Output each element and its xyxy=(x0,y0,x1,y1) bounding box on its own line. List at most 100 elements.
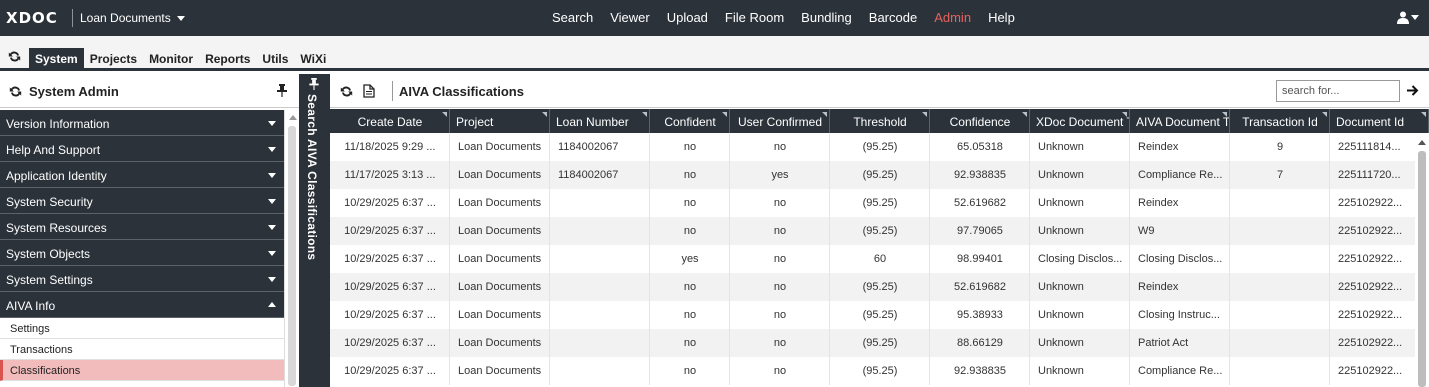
tab-monitor[interactable]: Monitor xyxy=(143,48,199,70)
cell-confidence: 88.66129 xyxy=(930,329,1030,357)
column-menu-icon[interactable] xyxy=(1421,112,1426,117)
cell-value: no xyxy=(773,253,787,265)
sidebar-item-label: Settings xyxy=(10,323,50,335)
column-menu-icon[interactable] xyxy=(442,112,447,117)
nav-item-upload[interactable]: Upload xyxy=(667,10,708,25)
scrollbar-thumb[interactable] xyxy=(288,126,296,386)
column-header-confident[interactable]: Confident xyxy=(650,109,730,133)
sidebar-section-version-information[interactable]: Version Information xyxy=(0,110,284,136)
cell-loan-number xyxy=(550,273,650,301)
sidebar-section-application-identity[interactable]: Application Identity xyxy=(0,162,284,188)
sidebar-section-help-and-support[interactable]: Help And Support xyxy=(0,136,284,162)
table-row[interactable]: 10/29/2025 6:37 ... Loan Documents no no (95… xyxy=(330,273,1429,301)
column-header-threshold[interactable]: Threshold xyxy=(830,109,930,133)
nav-item-bundling[interactable]: Bundling xyxy=(801,10,852,25)
column-menu-icon[interactable] xyxy=(1222,112,1227,117)
column-header-user-confirmed[interactable]: User Confirmed xyxy=(730,109,830,133)
column-menu-icon[interactable] xyxy=(1022,112,1027,117)
cell-project: Loan Documents xyxy=(450,357,550,385)
cell-create-date: 10/29/2025 6:37 ... xyxy=(330,189,450,217)
table-scrollbar[interactable] xyxy=(1415,133,1429,387)
refresh-icon[interactable] xyxy=(9,85,22,101)
column-menu-icon[interactable] xyxy=(722,112,727,117)
cell-loan-number xyxy=(550,357,650,385)
cell-value: Loan Documents xyxy=(458,169,542,181)
column-menu-icon[interactable] xyxy=(1122,112,1127,117)
tab-utils[interactable]: Utils xyxy=(256,48,294,70)
scroll-up-icon[interactable] xyxy=(1418,140,1426,145)
cell-loan-number xyxy=(550,217,650,245)
tab-system[interactable]: System xyxy=(29,48,84,70)
cell-transaction-id xyxy=(1230,217,1330,245)
pin-icon[interactable] xyxy=(277,84,287,100)
nav-item-viewer[interactable]: Viewer xyxy=(610,10,650,25)
column-menu-icon[interactable] xyxy=(542,112,547,117)
cell-value: no xyxy=(773,365,787,377)
pin-icon[interactable] xyxy=(309,78,319,93)
nav-item-search[interactable]: Search xyxy=(552,10,593,25)
cell-threshold: (95.25) xyxy=(830,189,930,217)
column-header-create-date[interactable]: Create Date xyxy=(330,109,450,133)
nav-item-admin[interactable]: Admin xyxy=(934,10,971,25)
xdoc-logo[interactable]: XDOC xyxy=(6,9,58,27)
column-header-transaction-id[interactable]: Transaction Id xyxy=(1230,109,1330,133)
cell-value: 10/29/2025 6:37 ... xyxy=(344,365,436,377)
cell-value: (95.25) xyxy=(862,225,898,237)
table-row[interactable]: 11/17/2025 3:13 ... Loan Documents 1184002… xyxy=(330,161,1429,189)
nav-item-barcode[interactable]: Barcode xyxy=(869,10,917,25)
column-header-xdoc-document-type[interactable]: XDoc Document Ty xyxy=(1030,109,1130,133)
tab-reports[interactable]: Reports xyxy=(199,48,256,70)
cell-transaction-id xyxy=(1230,245,1330,273)
scroll-up-icon[interactable] xyxy=(289,115,297,120)
table-row[interactable]: 11/18/2025 9:29 ... Loan Documents 1184002… xyxy=(330,133,1429,161)
cell-loan-number: 1184002067 xyxy=(550,161,650,189)
table-row[interactable]: 10/29/2025 6:37 ... Loan Documents yes no 60… xyxy=(330,245,1429,273)
table-row[interactable]: 10/29/2025 6:37 ... Loan Documents no no (95… xyxy=(330,329,1429,357)
column-menu-icon[interactable] xyxy=(922,112,927,117)
refresh-icon[interactable] xyxy=(8,50,21,66)
cell-threshold: (95.25) xyxy=(830,161,930,189)
column-menu-icon[interactable] xyxy=(642,112,647,117)
sidebar-section-system-settings[interactable]: System Settings xyxy=(0,266,284,292)
cell-confident: no xyxy=(650,357,730,385)
sidebar-section-aiva-info[interactable]: AIVA Info xyxy=(0,292,284,318)
cell-confident: no xyxy=(650,273,730,301)
scrollbar-thumb[interactable] xyxy=(1418,151,1426,387)
sidebar-item-transactions[interactable]: Transactions xyxy=(0,339,284,360)
column-header-project[interactable]: Project xyxy=(450,109,550,133)
tab-wixi[interactable]: WiXi xyxy=(294,48,332,70)
column-menu-icon[interactable] xyxy=(1322,112,1327,117)
document-icon[interactable] xyxy=(363,84,375,101)
cell-project: Loan Documents xyxy=(450,161,550,189)
cell-xdoc-document-type: Unknown xyxy=(1030,329,1130,357)
sidebar-section-system-objects[interactable]: System Objects xyxy=(0,240,284,266)
cell-confidence: 92.938835 xyxy=(930,357,1030,385)
table-row[interactable]: 10/29/2025 6:37 ... Loan Documents no no (95… xyxy=(330,357,1429,385)
column-header-loan-number[interactable]: Loan Number xyxy=(550,109,650,133)
nav-item-help[interactable]: Help xyxy=(988,10,1015,25)
refresh-icon[interactable] xyxy=(340,85,353,101)
arrow-right-icon[interactable] xyxy=(1406,84,1419,100)
nav-item-file-room[interactable]: File Room xyxy=(725,10,784,25)
sidebar-section-system-resources[interactable]: System Resources xyxy=(0,214,284,240)
search-panel-collapsed[interactable]: Search AIVA Classifications xyxy=(299,74,330,387)
table-row[interactable]: 10/29/2025 6:37 ... Loan Documents no no (95… xyxy=(330,217,1429,245)
sidebar-section-system-security[interactable]: System Security xyxy=(0,188,284,214)
tab-projects[interactable]: Projects xyxy=(84,48,143,70)
column-header-confidence[interactable]: Confidence xyxy=(930,109,1030,133)
column-menu-icon[interactable] xyxy=(822,112,827,117)
cell-project: Loan Documents xyxy=(450,133,550,161)
column-header-aiva-document-type[interactable]: AIVA Document Typ xyxy=(1130,109,1230,133)
sidebar-scrollbar[interactable] xyxy=(284,110,299,387)
table-row[interactable]: 10/29/2025 6:37 ... Loan Documents no no (95… xyxy=(330,189,1429,217)
cell-confidence: 97.79065 xyxy=(930,217,1030,245)
table-row[interactable]: 10/29/2025 6:37 ... Loan Documents no no (95… xyxy=(330,301,1429,329)
cell-loan-number xyxy=(550,189,650,217)
cell-value: Unknown xyxy=(1038,281,1084,293)
search-input[interactable] xyxy=(1276,80,1400,102)
user-menu[interactable] xyxy=(1397,11,1419,24)
sidebar-item-classifications[interactable]: Classifications xyxy=(0,360,284,381)
project-selector[interactable]: Loan Documents xyxy=(80,11,185,25)
column-header-document-id[interactable]: Document Id xyxy=(1330,109,1429,133)
sidebar-item-settings[interactable]: Settings xyxy=(0,318,284,339)
